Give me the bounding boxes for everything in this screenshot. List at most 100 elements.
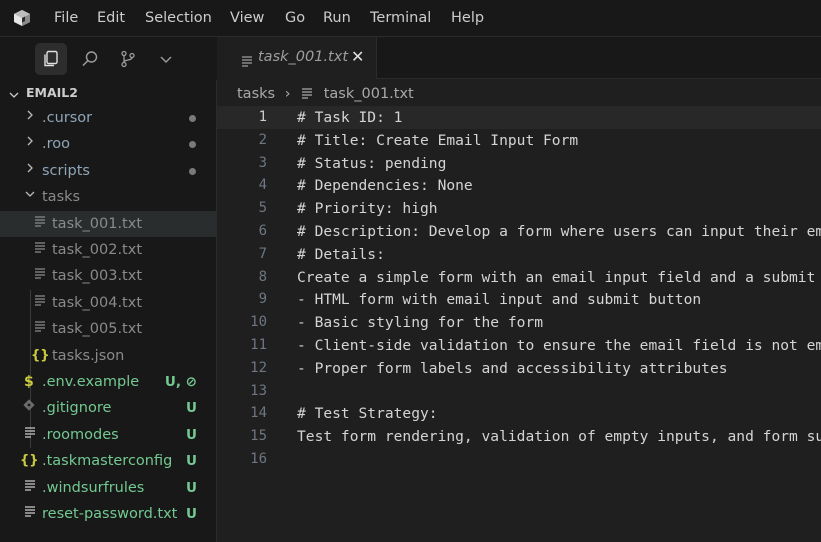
line-text: Create a simple form with an email input… (297, 268, 821, 286)
code-line[interactable]: 9 - HTML form with email input and submit… (217, 288, 821, 311)
line-number: 12 (250, 359, 267, 376)
search-icon[interactable] (74, 43, 106, 75)
git-icon (23, 395, 35, 421)
explorer-icon[interactable] (35, 43, 67, 75)
tree-item-task-003[interactable]: task_003.txt (0, 263, 216, 289)
env-file-icon: $ (24, 374, 34, 390)
editor[interactable]: tasks › task_001.txt 1 # Task ID: 1 2 # Tit… (217, 79, 821, 542)
text-file-icon (241, 52, 253, 71)
code-line[interactable]: 8 Create a simple form with an email inpu… (217, 266, 821, 289)
text-file-icon (34, 211, 46, 237)
code-line[interactable]: 16 (217, 448, 821, 471)
menu-bar: File Edit Selection View Go Run Terminal… (0, 0, 821, 37)
menu-selection[interactable]: Selection (145, 9, 212, 27)
line-number: 15 (250, 428, 267, 445)
app-logo-icon (14, 10, 30, 26)
menu-terminal[interactable]: Terminal (370, 9, 431, 27)
line-text: # Test Strategy: (297, 405, 438, 423)
tree-item-windsurfrules[interactable]: .windsurfrules U (0, 475, 216, 501)
line-number: 6 (258, 223, 267, 239)
tree-item-tasks-folder[interactable]: tasks (0, 184, 216, 210)
close-icon[interactable]: ✕ (351, 47, 364, 66)
menu-go[interactable]: Go (285, 9, 305, 27)
text-file-icon (24, 501, 36, 527)
git-status-badge: U (186, 400, 197, 416)
chevron-right-icon (25, 158, 35, 184)
tree-item-roo-folder[interactable]: .roo (0, 131, 216, 157)
tree-item-cursor-folder[interactable]: .cursor (0, 105, 216, 131)
code-line[interactable]: 6 # Description: Develop a form where use… (217, 220, 821, 243)
tree-item-label: .roomodes (42, 427, 119, 443)
line-text: # Title: Create Email Input Form (297, 131, 579, 149)
tree-item-tasks-json[interactable]: {} tasks.json (0, 343, 216, 369)
line-number: 7 (258, 245, 267, 262)
line-text: - Client-side validation to ensure the e… (297, 337, 821, 354)
source-control-icon[interactable] (112, 43, 144, 75)
breadcrumb-folder[interactable]: tasks (237, 86, 275, 102)
git-status-badge: U (186, 506, 197, 522)
line-text: - Proper form labels and accessibility a… (297, 359, 728, 377)
line-number: 14 (250, 405, 267, 422)
tree-item-env-example[interactable]: $ .env.example U, ⊘ (0, 369, 216, 395)
tree-item-label: task_003.txt (52, 268, 143, 284)
text-file-icon (34, 263, 46, 289)
chevron-right-icon (25, 131, 35, 157)
tree-item-label: .gitignore (42, 400, 112, 416)
code-line[interactable]: 7 # Details: (217, 243, 821, 266)
line-number: 1 (258, 109, 267, 125)
menu-file[interactable]: File (54, 9, 78, 27)
tree-item-taskmasterconfig[interactable]: {} .taskmasterconfig U (0, 448, 216, 474)
json-file-icon: {} (31, 348, 50, 363)
git-status-badge: U (186, 480, 197, 496)
explorer-root-label: EMAIL2 (26, 85, 78, 100)
tree-item-label: task_001.txt (52, 216, 143, 232)
code-line[interactable]: 10 - Basic styling for the form (217, 311, 821, 334)
line-text: # Task ID: 1 (297, 109, 403, 126)
breadcrumb: tasks › task_001.txt (237, 83, 414, 105)
menu-help[interactable]: Help (451, 9, 484, 27)
code-line[interactable]: 11 - Client-side validation to ensure the… (217, 334, 821, 357)
tree-item-label: task_005.txt (52, 321, 143, 337)
tab-task-001[interactable]: task_001.txt ✕ (217, 37, 377, 79)
menu-run[interactable]: Run (323, 9, 351, 27)
line-number: 13 (250, 382, 267, 399)
menu-view[interactable]: View (230, 9, 264, 27)
tree-item-label: tasks (42, 189, 81, 205)
chevron-right-icon (25, 105, 35, 131)
code-line[interactable]: 1 # Task ID: 1 (217, 106, 821, 129)
tree-item-label: .windsurfrules (42, 480, 145, 496)
text-file-icon (34, 316, 46, 342)
code-line[interactable]: 5 # Priority: high (217, 197, 821, 220)
line-number: 3 (258, 154, 267, 171)
code-line[interactable]: 4 # Dependencies: None (217, 174, 821, 197)
menu-edit[interactable]: Edit (97, 9, 125, 27)
editor-tab-bar: task_001.txt ✕ (217, 37, 821, 79)
explorer-root[interactable]: EMAIL2 (0, 84, 216, 106)
tree-item-task-005[interactable]: task_005.txt (0, 316, 216, 342)
line-number: 11 (250, 337, 267, 353)
breadcrumb-file[interactable]: task_001.txt (324, 86, 414, 102)
code-line[interactable]: 2 # Title: Create Email Input Form (217, 129, 821, 152)
code-line[interactable]: 3 # Status: pending (217, 152, 821, 175)
line-number: 8 (258, 268, 267, 285)
code-line[interactable]: 12 - Proper form labels and accessibility… (217, 357, 821, 380)
chevron-down-icon[interactable] (150, 43, 182, 75)
tree-item-gitignore[interactable]: .gitignore U (0, 395, 216, 421)
code-line[interactable]: 13 (217, 380, 821, 403)
activity-bar (0, 37, 217, 80)
text-file-icon (24, 475, 36, 501)
tree-item-scripts-folder[interactable]: scripts (0, 158, 216, 184)
tree-item-task-004[interactable]: task_004.txt (0, 290, 216, 316)
modified-dot (189, 168, 196, 175)
breadcrumb-separator: › (284, 86, 291, 102)
tree-item-label: .cursor (42, 110, 93, 126)
code-line[interactable]: 15 Test form rendering, validation of emp… (217, 425, 821, 448)
code-line[interactable]: 14 # Test Strategy: (217, 402, 821, 425)
json-file-icon: {} (20, 453, 39, 468)
tree-item-task-001[interactable]: task_001.txt (0, 211, 216, 237)
text-file-icon (34, 290, 46, 316)
tree-item-roomodes[interactable]: .roomodes U (0, 422, 216, 448)
tree-item-reset-password[interactable]: reset-password.txt U (0, 501, 216, 527)
tree-item-label: .env.example (42, 374, 140, 390)
tree-item-task-002[interactable]: task_002.txt (0, 237, 216, 263)
